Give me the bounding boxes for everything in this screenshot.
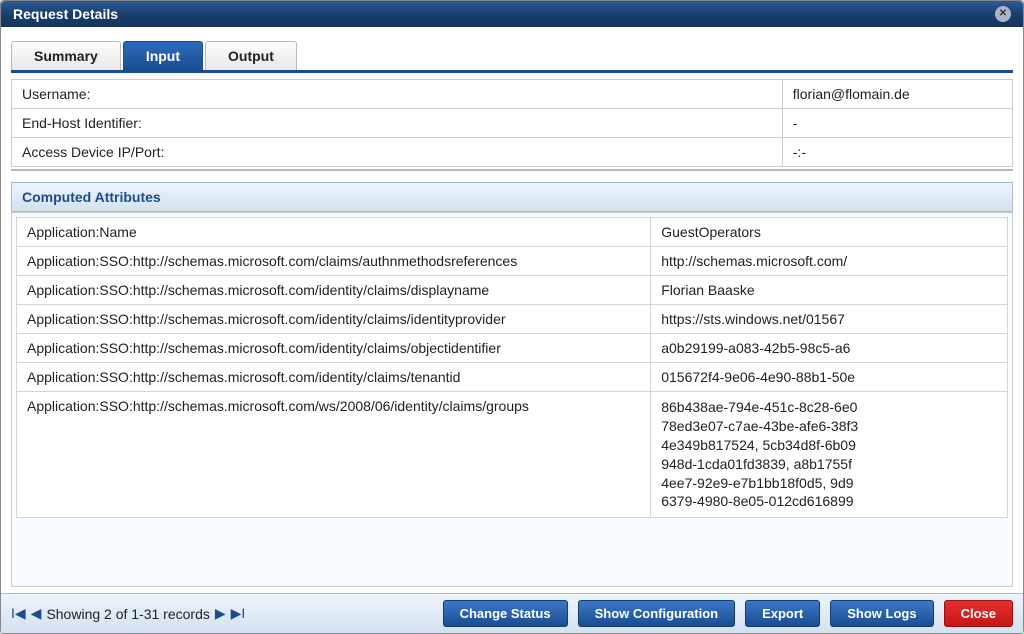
first-page-icon[interactable]: I◀ [11, 605, 26, 622]
pager: I◀ ◀ Showing 2 of 1-31 records ▶ ▶I [11, 605, 433, 622]
computed-attributes-header: Computed Attributes [11, 182, 1013, 212]
window-title: Request Details [13, 6, 118, 22]
attr-key: Application:SSO:http://schemas.microsoft… [17, 305, 651, 334]
tab-bar: Summary Input Output [11, 41, 1013, 73]
modal-body: Summary Input Output Username: florian@f… [1, 27, 1023, 593]
attr-value: 015672f4-9e06-4e90-88b1-50e [651, 363, 1008, 392]
change-status-button[interactable]: Change Status [443, 600, 568, 627]
table-row: Application:Name GuestOperators [17, 218, 1008, 247]
device-value: -:- [782, 138, 1012, 167]
endhost-value: - [782, 109, 1012, 138]
request-details-modal: Request Details ✕ Summary Input Output U… [0, 0, 1024, 634]
device-label: Access Device IP/Port: [12, 138, 783, 167]
row-endhost: End-Host Identifier: - [12, 109, 1013, 138]
table-row: Application:SSO:http://schemas.microsoft… [17, 276, 1008, 305]
footer-bar: I◀ ◀ Showing 2 of 1-31 records ▶ ▶I Chan… [1, 593, 1023, 633]
table-row: Application:SSO:http://schemas.microsoft… [17, 334, 1008, 363]
show-logs-button[interactable]: Show Logs [830, 600, 933, 627]
close-icon[interactable]: ✕ [995, 6, 1011, 22]
attr-key: Application:SSO:http://schemas.microsoft… [17, 276, 651, 305]
attributes-container: Application:Name GuestOperators Applicat… [11, 212, 1013, 587]
attr-key: Application:SSO:http://schemas.microsoft… [17, 392, 651, 518]
titlebar: Request Details ✕ [1, 1, 1023, 27]
endhost-label: End-Host Identifier: [12, 109, 783, 138]
prev-page-icon[interactable]: ◀ [31, 605, 42, 622]
attributes-scroll[interactable]: Application:Name GuestOperators Applicat… [16, 217, 1008, 582]
attr-key: Application:SSO:http://schemas.microsoft… [17, 334, 651, 363]
export-button[interactable]: Export [745, 600, 820, 627]
table-row: Application:SSO:http://schemas.microsoft… [17, 392, 1008, 518]
tab-summary[interactable]: Summary [11, 41, 121, 70]
next-page-icon[interactable]: ▶ [215, 605, 226, 622]
table-row: Application:SSO:http://schemas.microsoft… [17, 247, 1008, 276]
username-value: florian@flomain.de [782, 80, 1012, 109]
row-device: Access Device IP/Port: -:- [12, 138, 1013, 167]
attr-key: Application:SSO:http://schemas.microsoft… [17, 363, 651, 392]
attr-value: https://sts.windows.net/01567 [651, 305, 1008, 334]
attr-value: GuestOperators [651, 218, 1008, 247]
username-label: Username: [12, 80, 783, 109]
tab-output[interactable]: Output [205, 41, 297, 70]
table-row: Application:SSO:http://schemas.microsoft… [17, 305, 1008, 334]
tab-input[interactable]: Input [123, 41, 203, 70]
last-page-icon[interactable]: ▶I [231, 605, 246, 622]
show-configuration-button[interactable]: Show Configuration [578, 600, 735, 627]
attr-value: a0b29199-a083-42b5-98c5-a6 [651, 334, 1008, 363]
separator [11, 169, 1013, 172]
attr-key: Application:SSO:http://schemas.microsoft… [17, 247, 651, 276]
table-row: Application:SSO:http://schemas.microsoft… [17, 363, 1008, 392]
info-table: Username: florian@flomain.de End-Host Id… [11, 79, 1013, 167]
attr-value: 86b438ae-794e-451c-8c28-6e0 78ed3e07-c7a… [651, 392, 1008, 518]
row-username: Username: florian@flomain.de [12, 80, 1013, 109]
pager-text: Showing 2 of 1-31 records [46, 606, 209, 622]
attr-value: Florian Baaske [651, 276, 1008, 305]
attr-key: Application:Name [17, 218, 651, 247]
attr-value: http://schemas.microsoft.com/ [651, 247, 1008, 276]
close-button[interactable]: Close [944, 600, 1013, 627]
attributes-table: Application:Name GuestOperators Applicat… [16, 217, 1008, 518]
